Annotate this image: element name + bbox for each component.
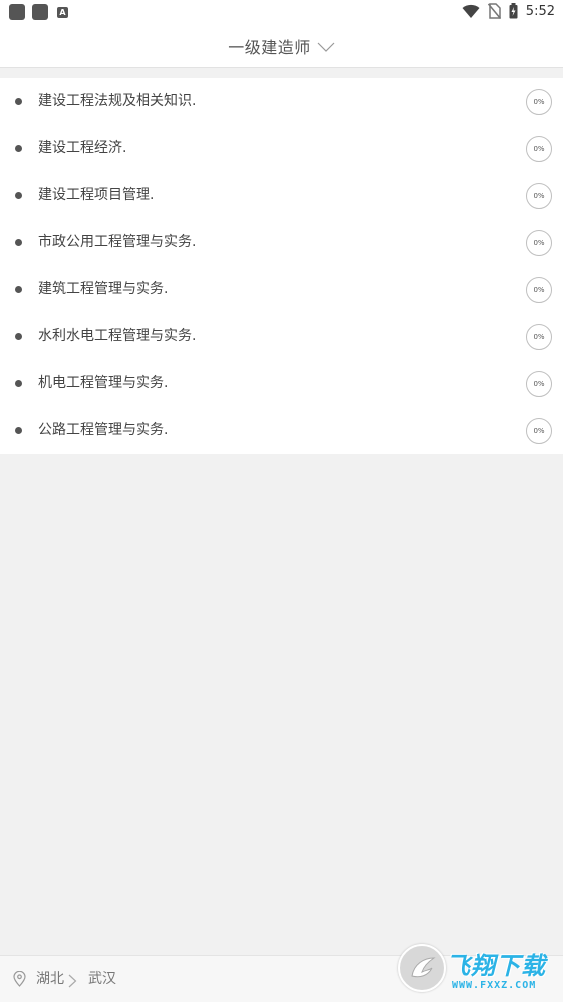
watermark-logo-icon xyxy=(398,944,446,992)
subject-item-water-conservancy[interactable]: 水利水电工程管理与实务. 0% xyxy=(0,313,563,360)
chevron-down-icon xyxy=(317,37,335,56)
location-city[interactable]: 武汉 xyxy=(88,956,116,1002)
subject-label: 市政公用工程管理与实务. xyxy=(38,234,197,250)
subject-item-project-management[interactable]: 建设工程项目管理. 0% xyxy=(0,172,563,219)
progress-badge: 0% xyxy=(526,324,552,350)
subject-list: 建设工程法规及相关知识. 0% 建设工程经济. 0% 建设工程项目管理. 0% … xyxy=(0,78,563,454)
chevron-right-icon xyxy=(68,973,77,992)
status-bar: A 5:52 xyxy=(0,0,563,24)
subject-label: 公路工程管理与实务. xyxy=(38,422,169,438)
subject-label: 机电工程管理与实务. xyxy=(38,375,169,391)
page-title: 一级建造师 xyxy=(228,38,311,57)
watermark-url: WWW.FXXZ.COM xyxy=(452,980,537,991)
status-notifications: A xyxy=(9,4,68,20)
bullet-icon xyxy=(15,427,22,434)
progress-badge: 0% xyxy=(526,230,552,256)
progress-badge: 0% xyxy=(526,136,552,162)
subject-label: 建设工程项目管理. xyxy=(38,187,155,203)
header-bar: 一级建造师 xyxy=(0,24,563,68)
notification-square-icon xyxy=(9,4,25,20)
watermark-title: 飞翔下载 xyxy=(446,952,546,980)
status-system-icons: 5:52 xyxy=(462,3,555,19)
bullet-icon xyxy=(15,380,22,387)
subject-item-building[interactable]: 建筑工程管理与实务. 0% xyxy=(0,266,563,313)
progress-badge: 0% xyxy=(526,183,552,209)
subject-item-economics[interactable]: 建设工程经济. 0% xyxy=(0,125,563,172)
progress-badge: 0% xyxy=(526,277,552,303)
app-screen: A 5:52 一级建造师 建设工程法规及相关知识. 0% 建设工程经济. 0% … xyxy=(0,0,563,1002)
subject-item-highway[interactable]: 公路工程管理与实务. 0% xyxy=(0,407,563,454)
progress-badge: 0% xyxy=(526,89,552,115)
subject-label: 建设工程法规及相关知识. xyxy=(38,93,197,109)
status-time: 5:52 xyxy=(525,3,555,19)
subject-item-municipal[interactable]: 市政公用工程管理与实务. 0% xyxy=(0,219,563,266)
subject-item-regulations[interactable]: 建设工程法规及相关知识. 0% xyxy=(0,78,563,125)
exam-category-selector[interactable]: 一级建造师 xyxy=(0,24,563,68)
bullet-icon xyxy=(15,145,22,152)
bullet-icon xyxy=(15,333,22,340)
notification-square-icon xyxy=(32,4,48,20)
progress-badge: 0% xyxy=(526,418,552,444)
bullet-icon xyxy=(15,239,22,246)
progress-badge: 0% xyxy=(526,371,552,397)
subject-label: 建筑工程管理与实务. xyxy=(38,281,169,297)
location-province[interactable]: 湖北 xyxy=(36,956,64,1002)
location-pin-icon xyxy=(13,970,26,991)
subject-item-electromechanical[interactable]: 机电工程管理与实务. 0% xyxy=(0,360,563,407)
notification-a-icon: A xyxy=(57,6,68,18)
bullet-icon xyxy=(15,286,22,293)
bullet-icon xyxy=(15,192,22,199)
no-sim-icon xyxy=(487,3,501,19)
site-watermark: 飞翔下载 WWW.FXXZ.COM xyxy=(396,942,556,1000)
subject-label: 建设工程经济. xyxy=(38,140,127,156)
battery-charging-icon xyxy=(509,3,518,19)
wifi-icon xyxy=(462,4,480,19)
subject-label: 水利水电工程管理与实务. xyxy=(38,328,197,344)
bullet-icon xyxy=(15,98,22,105)
